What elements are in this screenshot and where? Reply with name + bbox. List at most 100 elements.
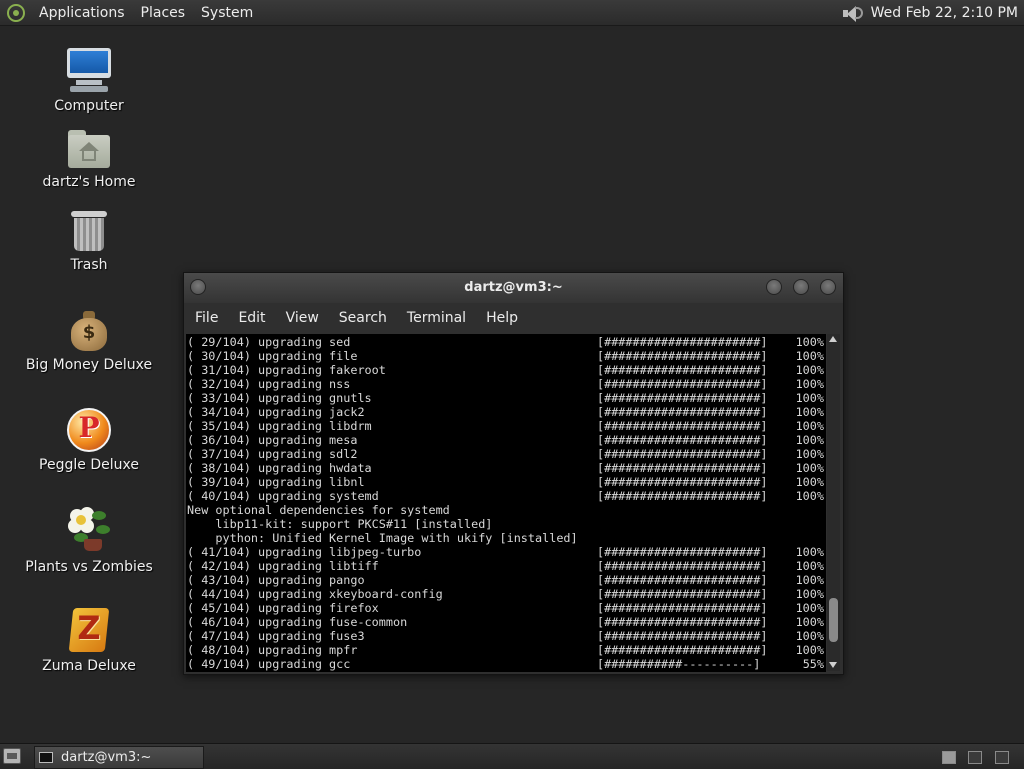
progress-bar-text: [######################] — [597, 419, 768, 433]
desktop-icon-plants-vs-zombies[interactable]: Plants vs Zombies — [14, 505, 164, 575]
desktop-icon-big-money-deluxe[interactable]: $ Big Money Deluxe — [14, 309, 164, 373]
terminal-line-text: ( 39/104) upgrading libnl — [187, 475, 365, 489]
terminal-line: ( 37/104) upgrading sdl2 [###############… — [186, 447, 826, 461]
workspace-2[interactable] — [968, 751, 982, 764]
desktop-icon-computer[interactable]: Computer — [14, 46, 164, 114]
terminal-line-text: ( 38/104) upgrading hwdata — [187, 461, 372, 475]
progress-bar-text: [######################] — [597, 461, 768, 475]
desktop-icon-label: Peggle Deluxe — [39, 457, 139, 473]
desktop-icon-label: Trash — [70, 257, 108, 273]
desktop-icon-label: Zuma Deluxe — [42, 658, 136, 674]
terminal-line-text: ( 42/104) upgrading libtiff — [187, 559, 379, 573]
menu-edit[interactable]: Edit — [228, 310, 275, 326]
menu-view[interactable]: View — [276, 310, 329, 326]
progress-bar-text: [######################] — [597, 573, 768, 587]
progress-percent: 100% — [795, 419, 824, 433]
progress-percent: 55% — [802, 657, 824, 671]
progress-bar-text: [######################] — [597, 615, 768, 629]
distro-logo-icon[interactable] — [7, 3, 25, 22]
terminal-line-text: ( 48/104) upgrading mpfr — [187, 643, 358, 657]
places-menu[interactable]: Places — [133, 5, 194, 21]
scroll-down-arrow-icon[interactable] — [829, 662, 837, 668]
terminal-window: dartz@vm3:~ File Edit View Search Termin… — [183, 272, 844, 675]
progress-bar-text: [######################] — [597, 391, 768, 405]
terminal-line: ( 48/104) upgrading mpfr [###############… — [186, 643, 826, 657]
terminal-scrollbar[interactable] — [827, 334, 840, 671]
progress-bar-text: [######################] — [597, 601, 768, 615]
terminal-line: ( 44/104) upgrading xkeyboard-config [###… — [186, 587, 826, 601]
progress-bar-text: [######################] — [597, 629, 768, 643]
desktop-icon-label: dartz's Home — [42, 174, 136, 190]
terminal-line-text: ( 33/104) upgrading gnutls — [187, 391, 372, 405]
terminal-line: ( 43/104) upgrading pango [##############… — [186, 573, 826, 587]
menu-file[interactable]: File — [184, 310, 228, 326]
bottom-panel: dartz@vm3:~ — [0, 743, 1024, 769]
taskbar-button-terminal[interactable]: dartz@vm3:~ — [34, 746, 204, 769]
desktop-icon-home[interactable]: dartz's Home — [14, 128, 164, 190]
menu-search[interactable]: Search — [329, 310, 397, 326]
trash-icon — [69, 209, 109, 253]
system-menu[interactable]: System — [193, 5, 261, 21]
progress-percent: 100% — [795, 475, 824, 489]
terminal-line: ( 29/104) upgrading sed [################… — [186, 335, 826, 349]
progress-bar-text: [######################] — [597, 335, 768, 349]
terminal-line-text: ( 43/104) upgrading pango — [187, 573, 365, 587]
progress-bar-text: [######################] — [597, 489, 768, 503]
menu-help[interactable]: Help — [476, 310, 528, 326]
progress-bar-text: [######################] — [597, 587, 768, 601]
terminal-line: ( 49/104) upgrading gcc [###########-----… — [186, 657, 826, 671]
close-icon[interactable] — [820, 279, 836, 295]
progress-percent: 100% — [795, 601, 824, 615]
workspace-1[interactable] — [942, 751, 956, 764]
progress-bar-text: [###########----------] — [597, 657, 761, 671]
progress-percent: 100% — [795, 335, 824, 349]
clock[interactable]: Wed Feb 22, 2:10 PM — [871, 5, 1018, 21]
terminal-line: ( 39/104) upgrading libnl [##############… — [186, 475, 826, 489]
progress-percent: 100% — [795, 545, 824, 559]
volume-icon[interactable] — [841, 4, 863, 22]
scroll-up-arrow-icon[interactable] — [829, 336, 837, 342]
progress-bar-text: [######################] — [597, 405, 768, 419]
scrollbar-thumb[interactable] — [829, 597, 838, 642]
maximize-icon[interactable] — [793, 279, 809, 295]
progress-bar-text: [######################] — [597, 377, 768, 391]
progress-bar-text: [######################] — [597, 643, 768, 657]
terminal-line: ( 31/104) upgrading fakeroot [###########… — [186, 363, 826, 377]
terminal-output[interactable]: ( 29/104) upgrading sed [################… — [186, 334, 826, 672]
applications-menu[interactable]: Applications — [31, 5, 133, 21]
terminal-line-text: ( 40/104) upgrading systemd — [187, 489, 379, 503]
terminal-line: ( 47/104) upgrading fuse3 [##############… — [186, 629, 826, 643]
minimize-icon[interactable] — [766, 279, 782, 295]
progress-percent: 100% — [795, 391, 824, 405]
desktop-icon-peggle-deluxe[interactable]: P Peggle Deluxe — [14, 407, 164, 473]
peggle-icon: P — [66, 407, 112, 453]
taskbar-button-label: dartz@vm3:~ — [61, 750, 152, 765]
terminal-line: ( 42/104) upgrading libtiff [############… — [186, 559, 826, 573]
terminal-line: New optional dependencies for systemd — [186, 503, 826, 517]
workspace-3[interactable] — [995, 751, 1009, 764]
progress-bar-text: [######################] — [597, 447, 768, 461]
window-titlebar[interactable]: dartz@vm3:~ — [184, 273, 843, 303]
progress-percent: 100% — [795, 587, 824, 601]
terminal-line-text: python: Unified Kernel Image with ukify … — [187, 531, 578, 545]
terminal-menubar: File Edit View Search Terminal Help — [184, 304, 843, 332]
terminal-line-text: ( 46/104) upgrading fuse-common — [187, 615, 408, 629]
desktop-icon-trash[interactable]: Trash — [14, 209, 164, 273]
terminal-line-text: ( 41/104) upgrading libjpeg-turbo — [187, 545, 422, 559]
window-title: dartz@vm3:~ — [464, 280, 563, 295]
progress-bar-text: [######################] — [597, 545, 768, 559]
home-folder-icon — [66, 128, 112, 170]
progress-percent: 100% — [795, 615, 824, 629]
terminal-line: ( 41/104) upgrading libjpeg-turbo [######… — [186, 545, 826, 559]
terminal-line: python: Unified Kernel Image with ukify … — [186, 531, 826, 545]
terminal-line-text: libp11-kit: support PKCS#11 [installed] — [187, 517, 493, 531]
show-desktop-icon[interactable] — [3, 748, 21, 764]
terminal-line-text: ( 34/104) upgrading jack2 — [187, 405, 365, 419]
zuma-icon: Z — [68, 606, 110, 654]
desktop-icon-zuma-deluxe[interactable]: Z Zuma Deluxe — [14, 606, 164, 674]
menu-terminal[interactable]: Terminal — [397, 310, 476, 326]
progress-percent: 100% — [795, 629, 824, 643]
terminal-line-text: ( 30/104) upgrading file — [187, 349, 358, 363]
desktop-icon-label: Plants vs Zombies — [25, 559, 153, 575]
terminal-line-text: ( 47/104) upgrading fuse3 — [187, 629, 365, 643]
